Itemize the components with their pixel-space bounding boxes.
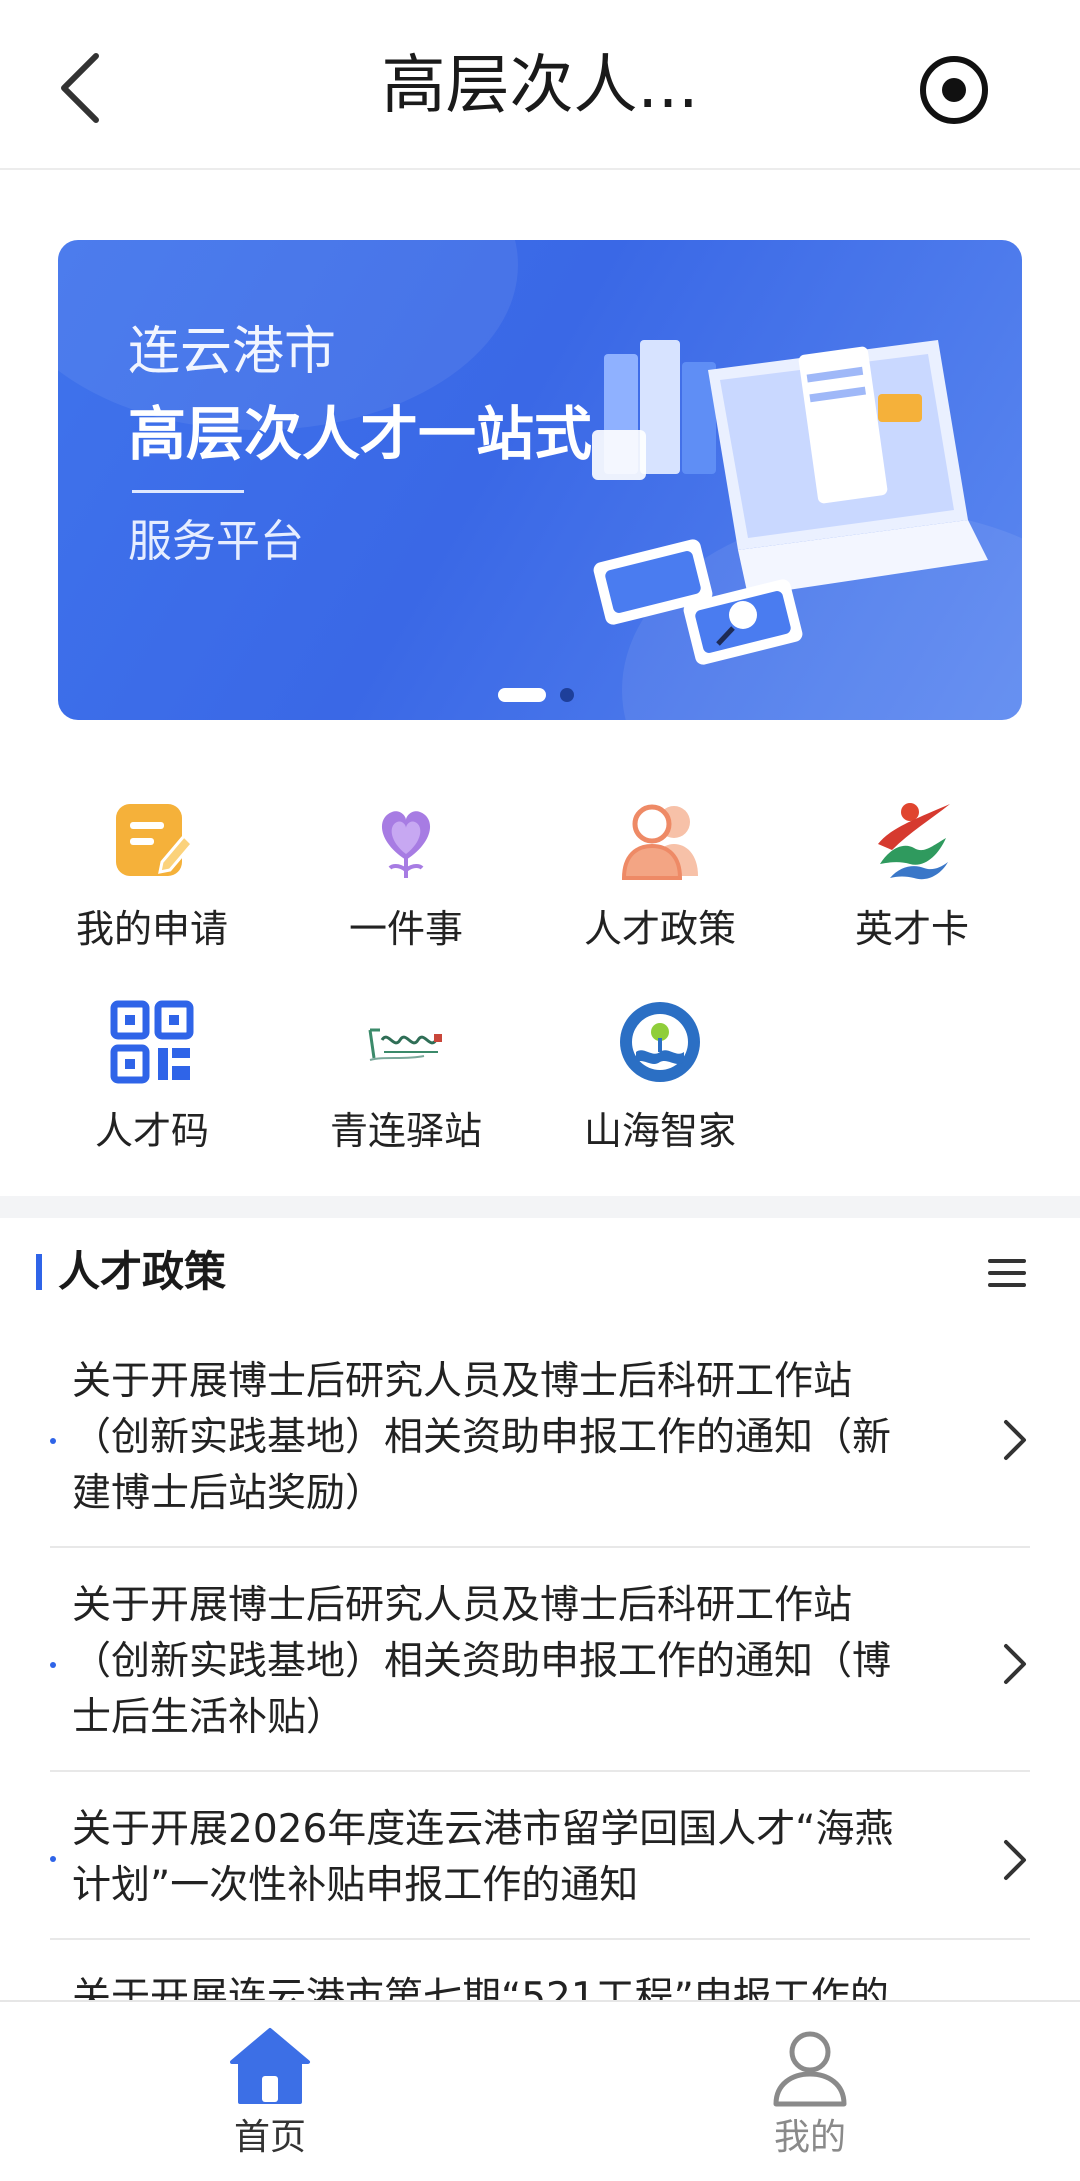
promo-banner-carousel[interactable]: 连云港市 高层次人才一站式 服务平台 bbox=[58, 240, 1022, 720]
banner-headline: 高层次人才一站式 bbox=[128, 400, 593, 468]
carousel-indicator bbox=[498, 686, 598, 702]
top-navigation-bar: 高层次人... bbox=[0, 0, 1080, 170]
page-title: 高层次人... bbox=[381, 49, 699, 123]
qinglian-station-logo-icon bbox=[368, 1028, 442, 1061]
tab-label: 首页 bbox=[233, 2117, 306, 2158]
target-circle-icon[interactable] bbox=[918, 54, 990, 126]
policy-item-title-line: 士后生活补贴） bbox=[72, 1695, 346, 1740]
list-bullet bbox=[50, 1438, 56, 1444]
policy-list-item[interactable]: 关于开展博士后研究人员及博士后科研工作站 （创新实践基地）相关资助申报工作的通知… bbox=[50, 1354, 1030, 1534]
policy-item-title-line: 关于开展博士后研究人员及博士后科研工作站 bbox=[72, 1359, 853, 1404]
shanhai-zhijia-logo-icon bbox=[620, 1002, 700, 1082]
quick-action-label: 一件事 bbox=[348, 907, 463, 951]
quick-action-label: 人才政策 bbox=[583, 907, 736, 951]
menu-list-icon[interactable] bbox=[986, 1256, 1028, 1290]
back-arrow-icon[interactable] bbox=[52, 50, 112, 126]
quick-action-label: 英才卡 bbox=[854, 907, 969, 951]
bottom-tab-bar: 首页 我的 bbox=[0, 2000, 1080, 2181]
section-title: 人才政策 bbox=[58, 1247, 227, 1296]
carousel-dot[interactable] bbox=[560, 688, 574, 702]
talent-card-logo-icon bbox=[878, 803, 950, 880]
policy-item-title-line: （创新实践基地）相关资助申报工作的通知（新 bbox=[72, 1415, 892, 1460]
edit-document-icon bbox=[116, 804, 194, 876]
section-accent-bar bbox=[36, 1254, 42, 1290]
section-separator bbox=[0, 1196, 1080, 1218]
quick-action-label: 青连驿站 bbox=[329, 1109, 482, 1153]
chevron-right-icon bbox=[1004, 1644, 1026, 1684]
policy-item-title-line: 建博士后站奖励） bbox=[72, 1471, 385, 1516]
list-bullet bbox=[50, 1856, 56, 1862]
list-divider bbox=[50, 1938, 1030, 1940]
policy-item-title-line: 计划”一次性补贴申报工作的通知 bbox=[72, 1863, 639, 1908]
policy-item-title-line: 关于开展博士后研究人员及博士后科研工作站 bbox=[72, 1583, 853, 1628]
list-bullet bbox=[50, 1662, 56, 1668]
list-divider bbox=[50, 1770, 1030, 1772]
policy-list-item[interactable]: 关于开展2026年度连云港市留学回国人才“海燕 计划”一次性补贴申报工作的通知 bbox=[50, 1802, 1030, 1926]
tab-mine[interactable]: 我的 bbox=[720, 2024, 900, 2162]
tab-label: 我的 bbox=[773, 2117, 846, 2158]
heart-flower-icon bbox=[381, 811, 431, 878]
chevron-right-icon bbox=[1004, 1840, 1026, 1880]
carousel-dot-active[interactable] bbox=[498, 688, 546, 702]
list-divider bbox=[50, 1546, 1030, 1548]
banner-subtitle: 服务平台 bbox=[128, 516, 304, 567]
policy-item-title-line: （创新实践基地）相关资助申报工作的通知（博 bbox=[72, 1639, 892, 1684]
tab-home[interactable]: 首页 bbox=[180, 2024, 360, 2162]
policy-list-item[interactable]: 关于开展博士后研究人员及博士后科研工作站 （创新实践基地）相关资助申报工作的通知… bbox=[50, 1578, 1030, 1758]
quick-action-label: 山海智家 bbox=[583, 1109, 736, 1153]
user-profile-icon bbox=[773, 2031, 847, 2107]
qr-code-icon bbox=[110, 1000, 194, 1084]
policy-item-title-line: 关于开展2026年度连云港市留学回国人才“海燕 bbox=[72, 1807, 894, 1852]
laptop-illustration-icon bbox=[592, 340, 988, 665]
people-icon bbox=[621, 804, 698, 880]
quick-action-label: 我的申请 bbox=[75, 907, 228, 951]
banner-city: 连云港市 bbox=[128, 322, 337, 382]
chevron-right-icon bbox=[1004, 1420, 1026, 1460]
banner-divider bbox=[132, 490, 244, 493]
home-icon bbox=[230, 2028, 310, 2104]
quick-action-label: 人才码 bbox=[94, 1109, 209, 1153]
